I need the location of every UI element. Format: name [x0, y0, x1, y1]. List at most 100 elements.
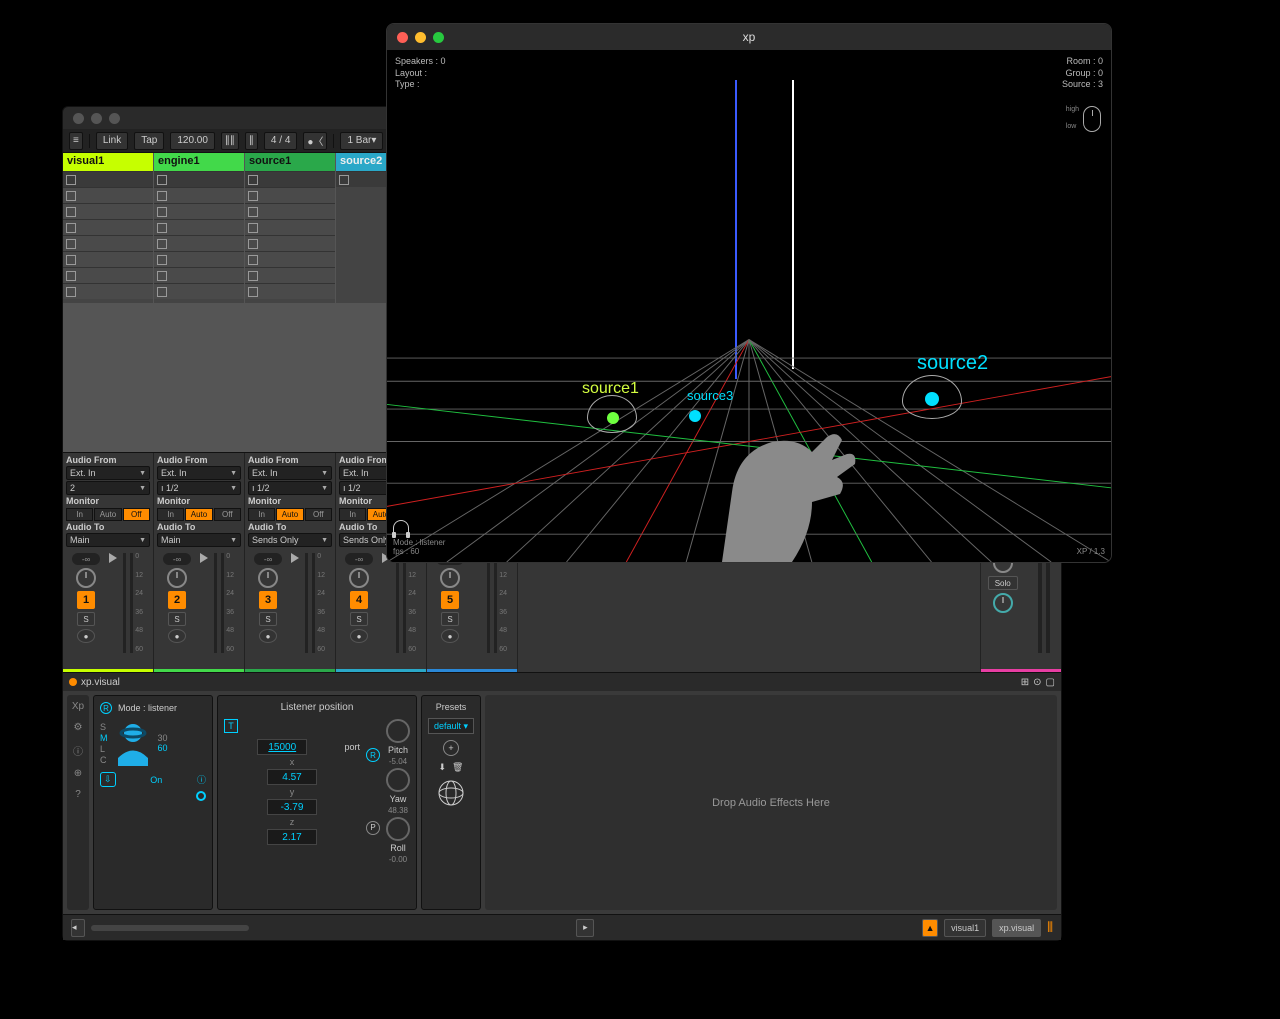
clip-slot[interactable]	[245, 267, 335, 283]
track-source1[interactable]: source1	[245, 153, 335, 303]
record-arm-button[interactable]: ●	[350, 629, 368, 643]
cue-knob[interactable]	[993, 593, 1013, 613]
back-icon[interactable]: ◂	[71, 919, 85, 937]
volume-fader[interactable]: 01224364860	[303, 553, 325, 653]
audio-from-select[interactable]: Ext. In▼	[66, 466, 150, 480]
gain-readout[interactable]: -∞	[163, 553, 191, 565]
time-signature[interactable]: 4 / 4	[264, 132, 297, 150]
pan-knob[interactable]	[349, 568, 369, 588]
port-field[interactable]: 15000	[257, 739, 307, 755]
monitor-in[interactable]: In	[66, 508, 93, 521]
track-activator[interactable]: 2	[168, 591, 186, 609]
roll-dial[interactable]	[386, 817, 410, 841]
source1-ball[interactable]	[607, 412, 619, 424]
device-save-icon[interactable]: ⊙	[1033, 677, 1041, 688]
preset-select[interactable]: default ▾	[428, 718, 474, 734]
volume-fader[interactable]: 01224364860	[121, 553, 143, 653]
clip-slot[interactable]	[63, 267, 153, 283]
drop-audio-effects[interactable]: Drop Audio Effects Here	[485, 695, 1057, 910]
record-arm-button[interactable]: ●	[441, 629, 459, 643]
mic-icon[interactable]: ⇩	[100, 772, 116, 787]
pan-knob[interactable]	[258, 568, 278, 588]
clip-slot[interactable]	[154, 235, 244, 251]
clip-slot[interactable]	[154, 283, 244, 299]
traffic-light-close[interactable]	[73, 113, 84, 124]
device-on-icon[interactable]	[69, 678, 77, 686]
clip-slot[interactable]	[63, 203, 153, 219]
y-field[interactable]: -3.79	[267, 799, 317, 815]
record-arm-button[interactable]: ●	[168, 629, 186, 643]
record-dot-icon[interactable]	[196, 791, 206, 801]
monitor-in[interactable]: In	[339, 508, 366, 521]
z-field[interactable]: 2.17	[267, 829, 317, 845]
r-badge[interactable]: R	[100, 702, 112, 714]
track-header[interactable]: source1	[245, 153, 335, 171]
xp-titlebar[interactable]: xp	[387, 24, 1111, 50]
small-info-icon[interactable]: ⓘ	[197, 773, 206, 786]
volume-fader[interactable]: 01224364860	[394, 553, 416, 653]
gain-readout[interactable]: -∞	[72, 553, 100, 565]
monitor-auto[interactable]: Auto	[276, 508, 303, 521]
device-indicator-icon[interactable]: ▲	[922, 919, 938, 937]
record-arm-button[interactable]: ●	[259, 629, 277, 643]
tap-button[interactable]: Tap	[134, 132, 164, 150]
traffic-light-min[interactable]	[415, 32, 426, 43]
clip-slot[interactable]	[63, 283, 153, 299]
selected-device-label[interactable]: xp.visual	[992, 919, 1041, 937]
gear-icon[interactable]: ⚙	[74, 722, 83, 733]
clip-slot[interactable]	[245, 235, 335, 251]
m-label[interactable]: M	[100, 733, 108, 743]
clip-slot[interactable]	[245, 283, 335, 299]
solo-button[interactable]: S	[441, 612, 459, 626]
track-visual1[interactable]: visual1	[63, 153, 153, 303]
clip-slot[interactable]	[154, 267, 244, 283]
add-preset-icon[interactable]: +	[443, 740, 459, 756]
audio-from-ch-select[interactable]: 2▼	[66, 481, 150, 495]
monitor-off[interactable]: Off	[123, 508, 150, 521]
help-icon[interactable]: ?	[75, 789, 81, 800]
clip-slot[interactable]	[154, 171, 244, 187]
solo-button[interactable]: S	[77, 612, 95, 626]
clip-slot[interactable]	[63, 171, 153, 187]
traffic-light-close[interactable]	[397, 32, 408, 43]
source2-ball[interactable]	[925, 392, 939, 406]
clip-slot[interactable]	[245, 219, 335, 235]
audio-from-ch-select[interactable]: ı 1/2▼	[157, 481, 241, 495]
device-titlebar[interactable]: xp.visual ⊞ ⊙ ▢	[63, 673, 1061, 691]
volume-fader[interactable]: 01224364860	[485, 553, 507, 653]
link-button[interactable]: Link	[96, 132, 128, 150]
clip-slot[interactable]	[154, 219, 244, 235]
selected-track-label[interactable]: visual1	[944, 919, 986, 937]
pitch-dial[interactable]	[386, 719, 410, 743]
solo-button[interactable]: Solo	[988, 576, 1018, 590]
track-engine1[interactable]: engine1	[154, 153, 244, 303]
track-header[interactable]: engine1	[154, 153, 244, 171]
solo-button[interactable]: S	[168, 612, 186, 626]
audio-to-select[interactable]: Sends Only▼	[248, 533, 332, 547]
pan-knob[interactable]	[76, 568, 96, 588]
audio-from-ch-select[interactable]: ı 1/2▼	[248, 481, 332, 495]
clip-slot[interactable]	[245, 251, 335, 267]
monitor-in[interactable]: In	[248, 508, 275, 521]
x-field[interactable]: 4.57	[267, 769, 317, 785]
device-collapse-icon[interactable]: ⊞	[1021, 677, 1029, 688]
quantize-menu[interactable]: 1 Bar ▾	[340, 132, 383, 150]
clip-slot[interactable]	[154, 187, 244, 203]
metronome-icon[interactable]: ∥∥	[221, 132, 239, 150]
clip-slot[interactable]	[63, 251, 153, 267]
audio-to-select[interactable]: Main▼	[157, 533, 241, 547]
traffic-light-max[interactable]	[109, 113, 120, 124]
monitor-off[interactable]: Off	[305, 508, 332, 521]
clip-slot[interactable]	[63, 219, 153, 235]
globe-icon[interactable]: ⊕	[74, 768, 82, 779]
monitor-off[interactable]: Off	[214, 508, 241, 521]
tempo-field[interactable]: 120.00	[170, 132, 215, 150]
track-activator[interactable]: 1	[77, 591, 95, 609]
t-badge[interactable]: T	[224, 719, 238, 733]
pan-knob[interactable]	[167, 568, 187, 588]
track-activator[interactable]: 4	[350, 591, 368, 609]
p-badge[interactable]: P	[366, 821, 380, 835]
track-header[interactable]: visual1	[63, 153, 153, 171]
traffic-light-min[interactable]	[91, 113, 102, 124]
val-60[interactable]: 60	[158, 743, 168, 753]
